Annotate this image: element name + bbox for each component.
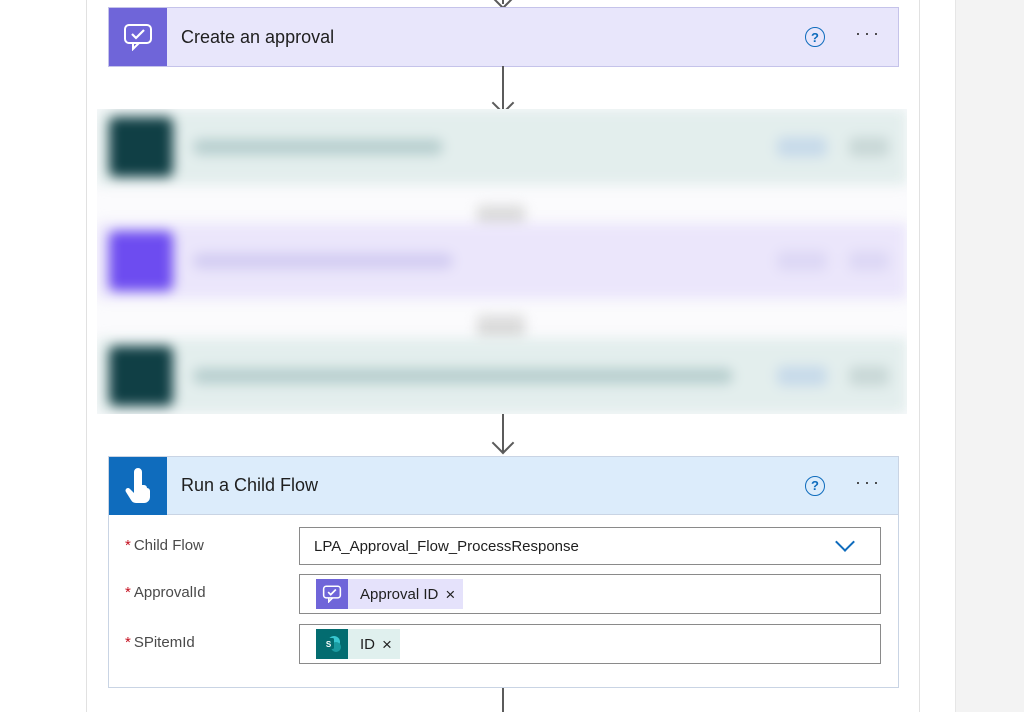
- blurred-steps-region: [97, 109, 907, 414]
- canvas-left-border: [86, 0, 87, 712]
- more-options-icon[interactable]: ···: [855, 24, 882, 50]
- more-options-icon[interactable]: ···: [855, 473, 882, 499]
- child-flow-value: LPA_Approval_Flow_ProcessResponse: [314, 537, 579, 555]
- help-icon[interactable]: ?: [805, 27, 826, 47]
- create-approval-title: Create an approval: [181, 26, 335, 47]
- remove-token-icon[interactable]: ×: [445, 586, 455, 603]
- remove-token-icon[interactable]: ×: [382, 636, 392, 653]
- run-child-flow-header[interactable]: Run a Child Flow ? ···: [109, 456, 898, 515]
- child-flow-field: * Child Flow LPA_Approval_Flow_ProcessRes…: [109, 527, 898, 567]
- chevron-down-icon[interactable]: [835, 532, 855, 552]
- approval-icon: [316, 579, 348, 609]
- blurred-step: [97, 109, 907, 185]
- approval-id-token[interactable]: Approval ID ×: [316, 579, 464, 609]
- child-flow-label: * Child Flow: [125, 537, 204, 554]
- spitem-id-label: * SPitemId: [125, 634, 195, 651]
- approval-id-field: * ApprovalId Approval ID ×: [109, 574, 898, 614]
- child-flow-dropdown[interactable]: LPA_Approval_Flow_ProcessResponse: [299, 527, 881, 565]
- sharepoint-icon: S: [316, 629, 348, 659]
- approval-id-label: * ApprovalId: [125, 584, 206, 601]
- approval-id-token-label: Approval ID: [360, 585, 439, 603]
- spitem-id-field: * SPitemId S ID ×: [109, 624, 898, 664]
- canvas-right-border: [919, 0, 920, 712]
- approval-icon: [109, 8, 167, 66]
- create-approval-header[interactable]: Create an approval ? ···: [109, 8, 898, 66]
- spitem-id-token[interactable]: S ID ×: [316, 629, 400, 659]
- create-approval-card[interactable]: Create an approval ? ···: [108, 7, 899, 67]
- right-side-pane: [955, 0, 1024, 712]
- connector-bottom: [502, 688, 504, 712]
- svg-text:S: S: [326, 640, 332, 649]
- run-child-flow-card[interactable]: Run a Child Flow ? ··· * Child Flow LPA_A…: [108, 456, 899, 688]
- spitem-id-token-label: ID: [360, 635, 375, 653]
- help-icon[interactable]: ?: [805, 475, 826, 496]
- touch-icon: [109, 456, 167, 515]
- blurred-step: [97, 338, 907, 414]
- blurred-step: [97, 223, 907, 299]
- spitem-id-input[interactable]: S ID ×: [299, 624, 881, 664]
- run-child-flow-title: Run a Child Flow: [181, 475, 319, 495]
- approval-id-input[interactable]: Approval ID ×: [299, 574, 881, 614]
- arrow-down-icon: [491, 431, 515, 455]
